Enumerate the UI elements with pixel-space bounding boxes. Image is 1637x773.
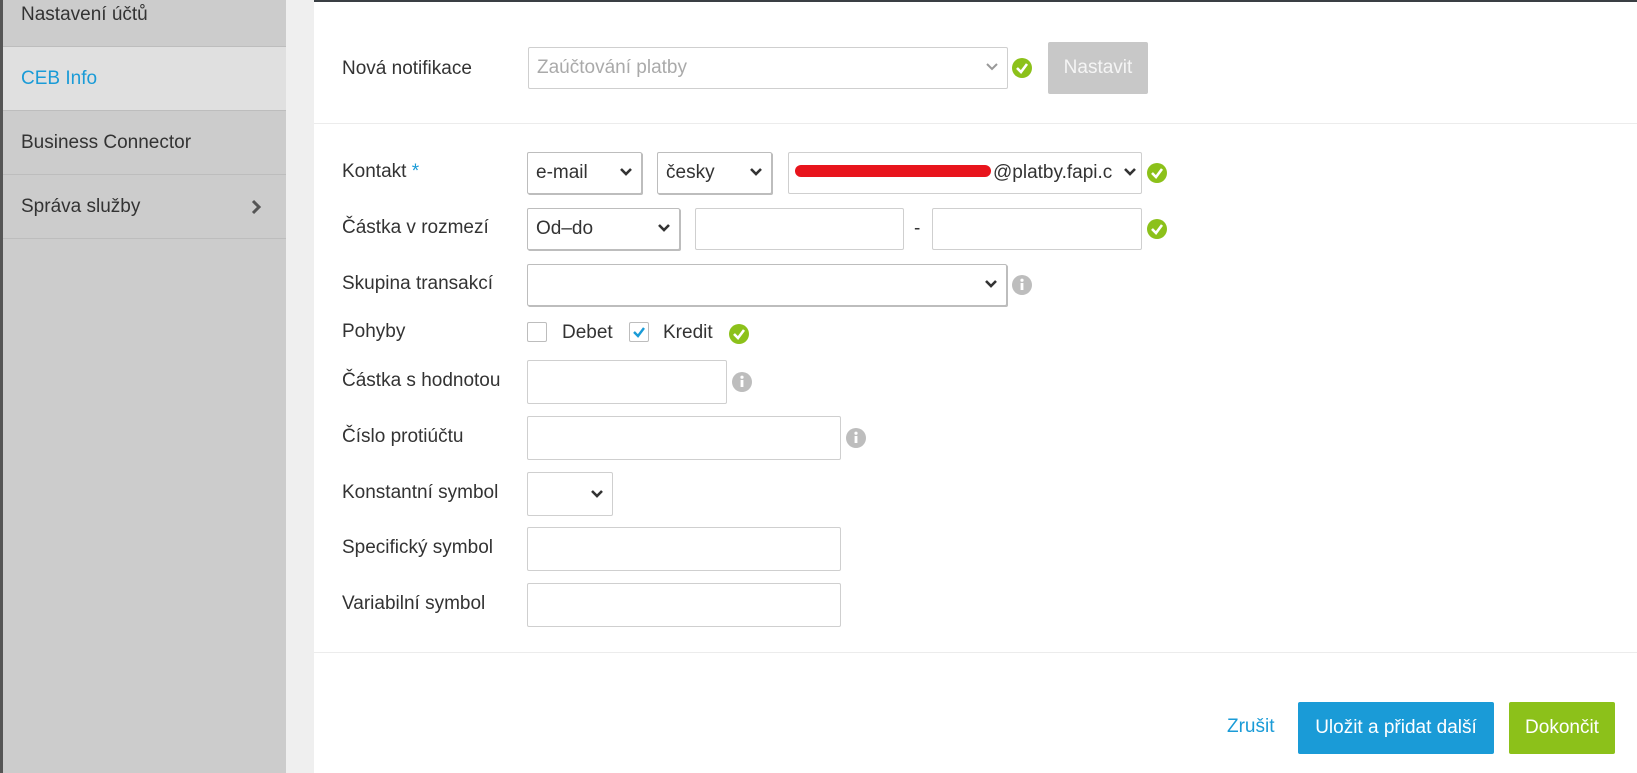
chevron-down-icon	[750, 168, 762, 176]
contact-language-value: česky	[666, 162, 715, 183]
info-icon[interactable]	[1012, 275, 1032, 295]
set-button[interactable]: Nastavit	[1048, 42, 1148, 94]
debit-checkbox[interactable]	[527, 322, 547, 342]
contact-label: Kontakt *	[342, 161, 419, 183]
notification-type-select[interactable]: Zaúčtování platby	[528, 47, 1008, 89]
sidebar-item-service-management[interactable]: Správa služby	[3, 175, 286, 239]
transaction-group-label: Skupina transakcí	[342, 273, 494, 294]
credit-checkbox[interactable]	[629, 322, 649, 342]
constant-symbol-label: Konstantní symbol	[342, 482, 499, 503]
sidebar-item-business-connector[interactable]: Business Connector	[3, 111, 286, 175]
amount-to-input[interactable]	[932, 208, 1142, 250]
content-gutter	[286, 0, 314, 773]
chevron-down-icon	[658, 224, 670, 232]
chevron-right-icon	[251, 199, 262, 215]
chevron-down-icon	[986, 63, 998, 71]
footer-divider	[314, 652, 1637, 653]
check-circle-icon	[1147, 219, 1167, 239]
notification-type-placeholder: Zaúčtování platby	[537, 57, 687, 78]
finish-button[interactable]: Dokončit	[1509, 702, 1615, 754]
checkmark-icon	[633, 327, 645, 338]
check-circle-icon	[1147, 163, 1167, 183]
sidebar-item-ceb-info[interactable]: CEB Info	[3, 47, 286, 111]
info-icon[interactable]	[846, 428, 866, 448]
required-mark: *	[411, 161, 420, 182]
credit-checkbox-label: Kredit	[663, 322, 713, 343]
amount-range-label: Částka v rozmezí	[342, 217, 489, 238]
specific-symbol-label: Specifický symbol	[342, 537, 493, 558]
contact-address-select[interactable]: @platby.fapi.c	[788, 152, 1142, 194]
movements-label: Pohyby	[342, 321, 406, 342]
notification-form: Nová notifikace Zaúčtování platby Nastav…	[314, 2, 1637, 773]
range-separator: -	[914, 218, 921, 239]
chevron-down-icon	[1124, 168, 1136, 176]
transaction-group-select[interactable]	[527, 264, 1007, 306]
amount-value-input[interactable]	[527, 360, 727, 404]
sidebar-item-label: CEB Info	[21, 68, 98, 89]
chevron-down-icon	[620, 168, 632, 176]
contact-type-value: e-mail	[536, 162, 588, 183]
new-notification-label: Nová notifikace	[342, 58, 472, 79]
sidebar-item-label: Business Connector	[21, 132, 192, 153]
specific-symbol-input[interactable]	[527, 527, 841, 571]
contact-type-select[interactable]: e-mail	[527, 152, 642, 194]
constant-symbol-select[interactable]	[527, 472, 613, 516]
cancel-link[interactable]: Zrušit	[1227, 716, 1275, 738]
sidebar-item-label: Správa služby	[21, 196, 141, 217]
sidebar: Nastavení účtů CEB Info Business Connect…	[3, 0, 286, 773]
chevron-down-icon	[985, 280, 997, 288]
variable-symbol-label: Variabilní symbol	[342, 593, 486, 614]
counter-account-label: Číslo protiúčtu	[342, 426, 464, 447]
check-circle-icon	[1012, 58, 1032, 78]
variable-symbol-input[interactable]	[527, 583, 841, 627]
info-icon[interactable]	[732, 372, 752, 392]
sidebar-item-account-settings[interactable]: Nastavení účtů	[3, 0, 286, 47]
contact-label-text: Kontakt	[342, 161, 407, 182]
section-divider	[314, 123, 1637, 124]
debit-checkbox-label: Debet	[562, 322, 613, 343]
save-and-add-button[interactable]: Uložit a přidat další	[1298, 702, 1494, 754]
counter-account-input[interactable]	[527, 416, 841, 460]
amount-from-input[interactable]	[695, 208, 904, 250]
chevron-down-icon	[591, 490, 603, 498]
contact-language-select[interactable]: česky	[657, 152, 772, 194]
sidebar-item-label: Nastavení účtů	[21, 4, 148, 25]
amount-range-mode-select[interactable]: Od–do	[527, 208, 680, 250]
amount-value-label: Částka s hodnotou	[342, 370, 501, 391]
contact-address-value: @platby.fapi.c	[993, 162, 1113, 183]
redaction-mark	[795, 165, 991, 177]
amount-range-mode-value: Od–do	[536, 218, 594, 239]
check-circle-icon	[729, 324, 749, 344]
